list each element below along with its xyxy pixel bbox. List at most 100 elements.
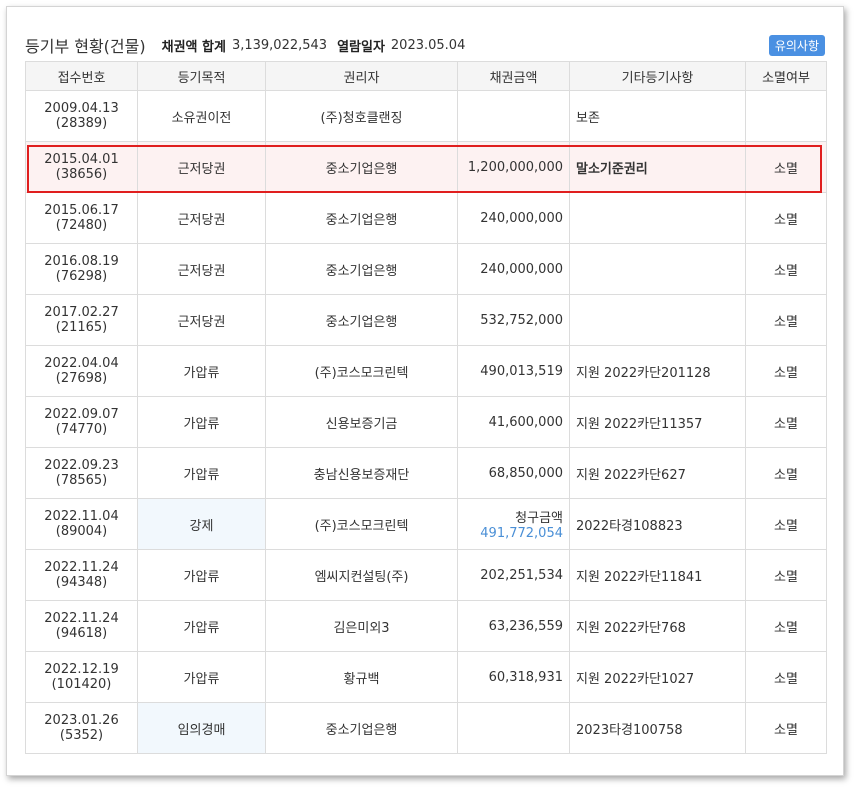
table-row: 2022.11.04 (89004) 강제 (주)코스모크린텍 청구금액 491,772,… — [25, 498, 827, 550]
receipt-date: 2016.08.19 — [44, 254, 119, 269]
holder-cell: 김은미외3 — [265, 600, 458, 652]
receipt-date: 2023.01.26 — [44, 713, 119, 728]
amount-cell: 240,000,000 — [457, 243, 570, 295]
etc-cell: 2022타경108823 — [569, 498, 746, 550]
holder-cell: (주)코스모크린텍 — [265, 345, 458, 397]
amount-cell: 68,850,000 — [457, 447, 570, 499]
amount-cell: 청구금액 491,772,054 — [457, 498, 570, 550]
view-date-value: 2023.05.04 — [390, 37, 466, 53]
status-cell: 소멸 — [745, 600, 827, 652]
claim-amount-value: 491,772,054 — [480, 526, 563, 541]
receipt-no-cell: 2022.09.07 (74770) — [25, 396, 138, 448]
holder-cell: 중소기업은행 — [265, 141, 458, 193]
table-row: 2022.12.19 (101420) 가압류 황규백 60,318,931 지원 202… — [25, 651, 827, 703]
status-cell: 소멸 — [745, 651, 827, 703]
receipt-number: (94618) — [55, 626, 108, 641]
receipt-date: 2017.02.27 — [44, 305, 119, 320]
col-header-amount: 채권금액 — [457, 61, 570, 91]
receipt-no-cell: 2022.12.19 (101420) — [25, 651, 138, 703]
receipt-number: (5352) — [59, 728, 104, 743]
amount-cell: 1,200,000,000 — [457, 141, 570, 193]
amount-cell: 41,600,000 — [457, 396, 570, 448]
table-header-row: 접수번호 등기목적 권리자 채권금액 기타등기사항 소멸여부 — [25, 61, 827, 91]
claim-amount-label: 청구금액 — [515, 511, 563, 526]
holder-cell: 중소기업은행 — [265, 294, 458, 346]
holder-cell: 충남신용보증재단 — [265, 447, 458, 499]
table-row: 2023.01.26 (5352) 임의경매 중소기업은행 2023타경100758 소멸 — [25, 702, 827, 754]
amount-cell: 60,318,931 — [457, 651, 570, 703]
receipt-date: 2022.09.07 — [44, 407, 119, 422]
holder-cell: 엠씨지컨설팅(주) — [265, 549, 458, 601]
status-cell: 소멸 — [745, 294, 827, 346]
purpose-cell: 임의경매 — [137, 702, 266, 754]
page-title: 등기부 현황(건물) — [25, 37, 146, 56]
purpose-cell: 가압류 — [137, 549, 266, 601]
status-cell: 소멸 — [745, 396, 827, 448]
purpose-cell: 가압류 — [137, 345, 266, 397]
etc-cell: 지원 2022카단768 — [569, 600, 746, 652]
col-header-purpose: 등기목적 — [137, 61, 266, 91]
purpose-cell: 가압류 — [137, 396, 266, 448]
receipt-number: (74770) — [55, 422, 108, 437]
holder-cell: 황규백 — [265, 651, 458, 703]
amount-cell: 240,000,000 — [457, 192, 570, 244]
etc-cell: 지원 2022카단627 — [569, 447, 746, 499]
etc-cell — [569, 192, 746, 244]
amount-cell — [457, 702, 570, 754]
holder-cell: 신용보증기금 — [265, 396, 458, 448]
etc-cell: 말소기준권리 — [569, 141, 746, 193]
view-date-label: 열람일자 — [337, 39, 385, 55]
receipt-date: 2009.04.13 — [44, 101, 119, 116]
table-row: 2016.08.19 (76298) 근저당권 중소기업은행 240,000,000 소멸 — [25, 243, 827, 295]
receipt-no-cell: 2022.11.04 (89004) — [25, 498, 138, 550]
table-body: 2009.04.13 (28389) 소유권이전 (주)청호클랜징 보존 2015.04.… — [25, 90, 827, 754]
sum-value: 3,139,022,543 — [231, 37, 328, 53]
receipt-no-cell: 2017.02.27 (21165) — [25, 294, 138, 346]
status-cell: 소멸 — [745, 498, 827, 550]
status-cell: 소멸 — [745, 345, 827, 397]
holder-cell: 중소기업은행 — [265, 192, 458, 244]
col-header-etc: 기타등기사항 — [569, 61, 746, 91]
table-row: 2017.02.27 (21165) 근저당권 중소기업은행 532,752,000 소멸 — [25, 294, 827, 346]
holder-cell: (주)청호클랜징 — [265, 90, 458, 142]
receipt-no-cell: 2016.08.19 (76298) — [25, 243, 138, 295]
receipt-date: 2022.11.04 — [44, 509, 119, 524]
holder-cell: 중소기업은행 — [265, 243, 458, 295]
receipt-number: (21165) — [55, 320, 108, 335]
sum-label: 채권액 합계 — [161, 39, 226, 55]
purpose-cell: 소유권이전 — [137, 90, 266, 142]
purpose-cell: 근저당권 — [137, 243, 266, 295]
receipt-no-cell: 2015.04.01 (38656) — [25, 141, 138, 193]
status-cell: 소멸 — [745, 447, 827, 499]
etc-cell: 지원 2022카단11357 — [569, 396, 746, 448]
receipt-date: 2022.09.23 — [44, 458, 119, 473]
receipt-date: 2015.04.01 — [44, 152, 119, 167]
purpose-cell: 가압류 — [137, 600, 266, 652]
table-row: 2022.09.23 (78565) 가압류 충남신용보증재단 68,850,000 지원… — [25, 447, 827, 499]
panel-header: 등기부 현황(건물) 채권액 합계 3,139,022,543 열람일자 202… — [25, 31, 825, 59]
holder-cell: (주)코스모크린텍 — [265, 498, 458, 550]
amount-cell: 202,251,534 — [457, 549, 570, 601]
etc-cell: 보존 — [569, 90, 746, 142]
table-row: 2022.09.07 (74770) 가압류 신용보증기금 41,600,000 지원 2… — [25, 396, 827, 448]
col-header-holder: 권리자 — [265, 61, 458, 91]
col-header-status: 소멸여부 — [745, 61, 827, 91]
receipt-date: 2022.04.04 — [44, 356, 119, 371]
table-row: 2015.06.17 (72480) 근저당권 중소기업은행 240,000,000 소멸 — [25, 192, 827, 244]
notice-button[interactable]: 유의사항 — [768, 35, 825, 56]
purpose-cell: 근저당권 — [137, 141, 266, 193]
receipt-no-cell: 2022.04.04 (27698) — [25, 345, 138, 397]
receipt-no-cell: 2022.09.23 (78565) — [25, 447, 138, 499]
receipt-number: (94348) — [55, 575, 108, 590]
receipt-number: (101420) — [51, 677, 112, 692]
status-cell — [745, 90, 827, 142]
etc-cell: 지원 2022카단1027 — [569, 651, 746, 703]
status-cell: 소멸 — [745, 702, 827, 754]
receipt-date: 2022.11.24 — [44, 611, 119, 626]
receipt-date: 2022.11.24 — [44, 560, 119, 575]
table-row: 2022.04.04 (27698) 가압류 (주)코스모크린텍 490,013,519… — [25, 345, 827, 397]
receipt-number: (38656) — [55, 167, 108, 182]
receipt-date: 2022.12.19 — [44, 662, 119, 677]
table-row: 2022.11.24 (94618) 가압류 김은미외3 63,236,559 지원 20… — [25, 600, 827, 652]
holder-cell: 중소기업은행 — [265, 702, 458, 754]
